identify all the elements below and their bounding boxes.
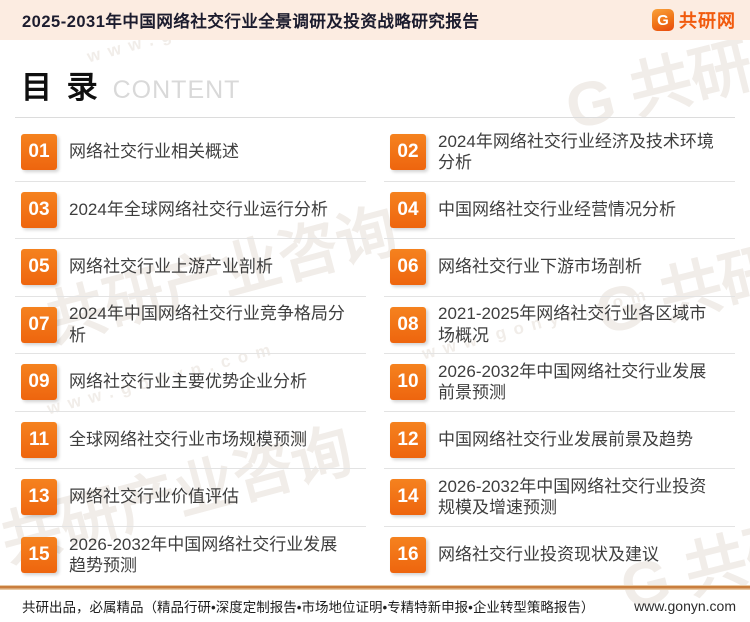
footer: 共研出品，必属精品（精品行研•深度定制报告•市场地位证明•专精特新申报•企业转型… <box>0 585 750 622</box>
toc-item: 04 中国网络社交行业经营情况分析 <box>384 182 735 239</box>
report-toc-page: www.gonyn.comG 共研网共研产业咨询www.gonyn.com共研产… <box>0 0 750 622</box>
toc-item: 12 中国网络社交行业发展前景及趋势 <box>384 412 735 469</box>
toc-item-number: 06 <box>390 249 426 286</box>
toc-item-number: 10 <box>390 364 426 401</box>
toc-item-label: 中国网络社交行业发展前景及趋势 <box>438 429 693 449</box>
toc-content: 目 录 CONTENT 01 网络社交行业相关概述 02 2024年网络社交行业… <box>0 40 750 584</box>
toc-item-label: 2026-2032年中国网络社交行业发展趋势预测 <box>69 534 338 576</box>
toc-item: 03 2024年全球网络社交行业运行分析 <box>15 182 366 239</box>
toc-item: 02 2024年网络社交行业经济及技术环境分析 <box>384 124 735 182</box>
toc-item-number: 01 <box>21 134 57 171</box>
toc-item-number: 09 <box>21 364 57 401</box>
toc-item-label: 2026-2032年中国网络社交行业发展前景预测 <box>438 361 707 403</box>
toc-grid: 01 网络社交行业相关概述 02 2024年网络社交行业经济及技术环境分析 03… <box>15 124 735 584</box>
report-title: 2025-2031年中国网络社交行业全景调研及投资战略研究报告 <box>22 13 480 31</box>
toc-item-number: 03 <box>21 191 57 228</box>
toc-item-label: 中国网络社交行业经营情况分析 <box>438 199 676 219</box>
toc-item-number: 07 <box>21 306 57 343</box>
toc-item: 01 网络社交行业相关概述 <box>15 124 366 182</box>
toc-item-label: 2021-2025年网络社交行业各区域市场概况 <box>438 304 707 345</box>
toc-item: 09 网络社交行业主要优势企业分析 <box>15 354 366 412</box>
toc-item-label: 2024年网络社交行业经济及技术环境分析 <box>438 131 714 173</box>
gonyn-logo: G 共研网 <box>652 7 736 33</box>
toc-item: 07 2024年中国网络社交行业竞争格局分析 <box>15 297 366 354</box>
toc-item-label: 2024年全球网络社交行业运行分析 <box>69 199 328 219</box>
toc-item-label: 网络社交行业价值评估 <box>69 487 239 507</box>
toc-item: 15 2026-2032年中国网络社交行业发展趋势预测 <box>15 527 366 585</box>
toc-item-label: 网络社交行业下游市场剖析 <box>438 257 642 277</box>
toc-item: 16 网络社交行业投资现状及建议 <box>384 527 735 585</box>
toc-item: 11 全球网络社交行业市场规模预测 <box>15 412 366 469</box>
toc-item: 10 2026-2032年中国网络社交行业发展前景预测 <box>384 354 735 412</box>
toc-item: 05 网络社交行业上游产业剖析 <box>15 239 366 297</box>
toc-item-label: 网络社交行业上游产业剖析 <box>69 257 273 277</box>
gonyn-logo-text: 共研网 <box>679 11 736 31</box>
toc-item-number: 05 <box>21 249 57 286</box>
toc-item: 14 2026-2032年中国网络社交行业投资规模及增速预测 <box>384 469 735 527</box>
footer-slogan: 共研出品，必属精品（精品行研•深度定制报告•市场地位证明•专精特新申报•企业转型… <box>22 600 595 615</box>
toc-item-label: 网络社交行业投资现状及建议 <box>438 545 659 565</box>
toc-item-number: 08 <box>390 306 426 343</box>
toc-item-number: 13 <box>21 479 57 516</box>
toc-item-number: 15 <box>21 537 57 574</box>
toc-item-number: 12 <box>390 421 426 458</box>
toc-item-number: 11 <box>21 421 57 458</box>
toc-item: 06 网络社交行业下游市场剖析 <box>384 239 735 297</box>
toc-subtitle: CONTENT <box>112 76 241 104</box>
toc-item: 08 2021-2025年网络社交行业各区域市场概况 <box>384 297 735 354</box>
gonyn-logo-icon: G <box>652 9 674 31</box>
toc-item-number: 02 <box>390 134 426 171</box>
toc-item: 13 网络社交行业价值评估 <box>15 469 366 527</box>
toc-title: 目 录 <box>21 70 101 105</box>
toc-item-number: 04 <box>390 191 426 228</box>
header-bar: 2025-2031年中国网络社交行业全景调研及投资战略研究报告 G 共研网 <box>0 0 750 40</box>
footer-url[interactable]: www.gonyn.com <box>634 598 736 614</box>
toc-heading: 目 录 CONTENT <box>15 40 735 118</box>
toc-item-label: 全球网络社交行业市场规模预测 <box>69 429 307 449</box>
toc-item-number: 16 <box>390 537 426 574</box>
footer-row: 共研出品，必属精品（精品行研•深度定制报告•市场地位证明•专精特新申报•企业转型… <box>0 590 750 622</box>
toc-item-number: 14 <box>390 479 426 516</box>
toc-item-label: 网络社交行业主要优势企业分析 <box>69 372 307 392</box>
toc-item-label: 2024年中国网络社交行业竞争格局分析 <box>69 304 345 345</box>
toc-item-label: 2026-2032年中国网络社交行业投资规模及增速预测 <box>438 476 707 518</box>
toc-item-label: 网络社交行业相关概述 <box>69 142 239 162</box>
